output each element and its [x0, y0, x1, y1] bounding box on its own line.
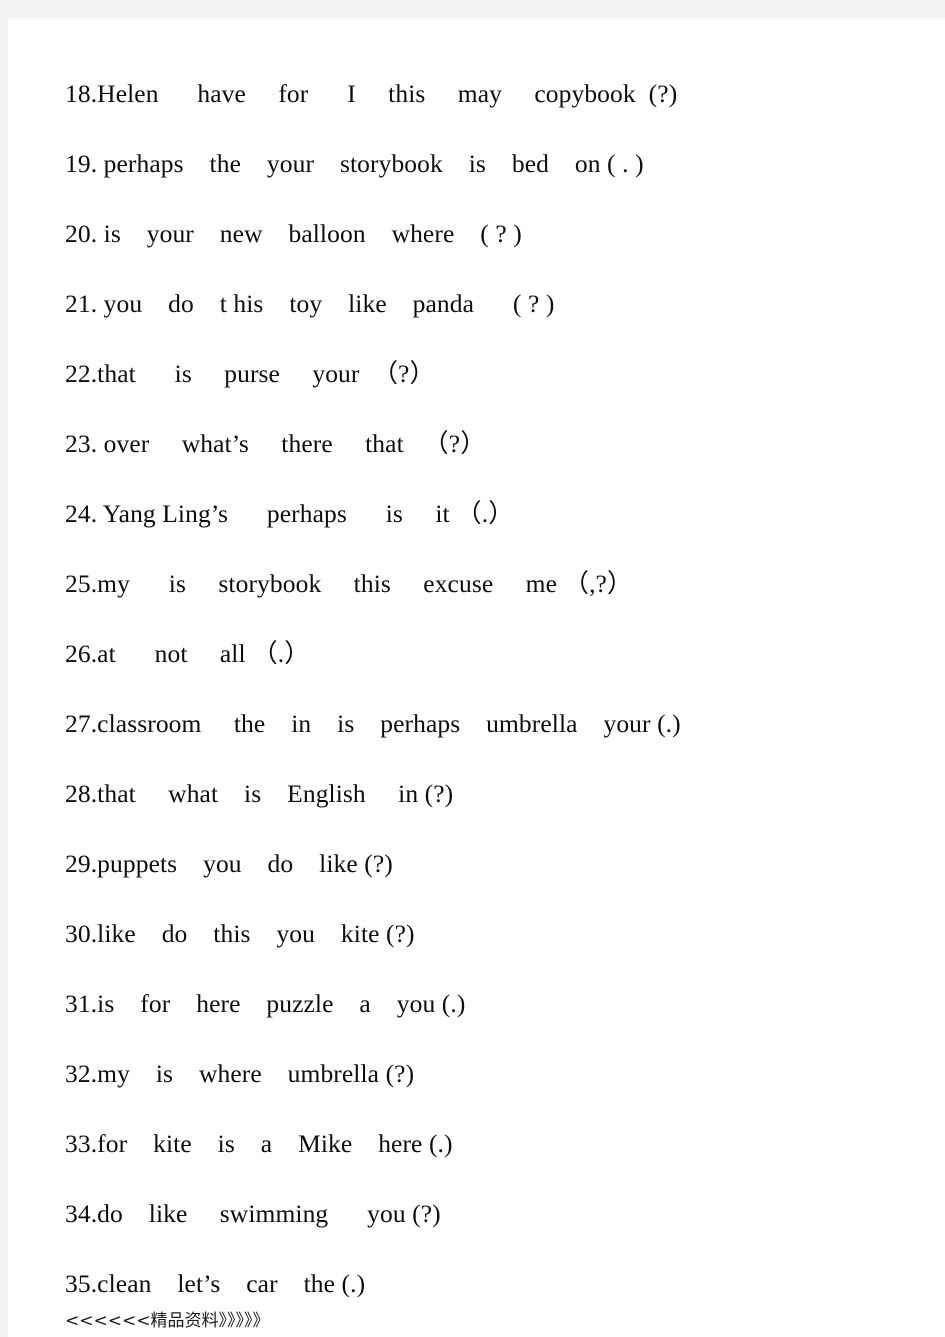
- exercise-line: 33.for kite is a Mike here (.): [65, 1129, 453, 1158]
- exercise-line: 30.like do this you kite (?): [65, 919, 415, 948]
- exercise-line: 35.clean let’s car the (.): [65, 1269, 366, 1298]
- exercise-line: 25.my is storybook this excuse me （,?）: [65, 569, 633, 598]
- exercise-line: 31.is for here puzzle a you (.): [65, 989, 466, 1018]
- exercise-list: 18.Helen have for I this may copybook (?…: [65, 59, 925, 1319]
- document-page: 18.Helen have for I this may copybook (?…: [0, 0, 945, 1337]
- exercise-line: 34.do like swimming you (?): [65, 1199, 441, 1228]
- page-margin-band-left: [0, 0, 8, 1337]
- footer-watermark: <<<<<<精品资料》》》》》: [65, 1311, 270, 1331]
- exercise-line: 32.my is where umbrella (?): [65, 1059, 415, 1088]
- exercise-line: 18.Helen have for I this may copybook (?…: [65, 79, 678, 108]
- page-sheet: 18.Helen have for I this may copybook (?…: [8, 19, 945, 1337]
- exercise-line: 24. Yang Ling’s perhaps is it （.）: [65, 499, 514, 528]
- exercise-line: 21. you do t his toy like panda ( ? ): [65, 289, 555, 318]
- exercise-line: 28.that what is English in (?): [65, 779, 454, 808]
- exercise-line: 22.that is purse your （?）: [65, 359, 436, 388]
- exercise-line: 19. perhaps the your storybook is bed on…: [65, 149, 644, 178]
- exercise-line: 23. over what’s there that （?）: [65, 429, 486, 458]
- page-margin-band-top: [0, 0, 945, 19]
- exercise-line: 20. is your new balloon where ( ? ): [65, 219, 522, 248]
- exercise-line: 26.at not all （.）: [65, 639, 310, 668]
- exercise-line: 29.puppets you do like (?): [65, 849, 393, 878]
- exercise-line: 27.classroom the in is perhaps umbrella …: [65, 709, 681, 738]
